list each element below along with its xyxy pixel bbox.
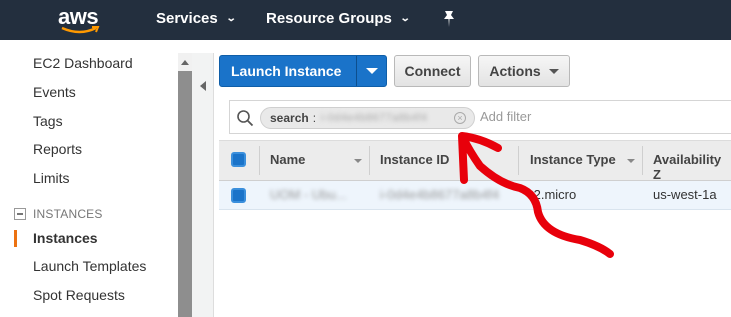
- sidebar-item-reports[interactable]: Reports: [33, 141, 82, 157]
- sidebar-item-instances[interactable]: Instances: [33, 230, 98, 246]
- filter-chip-separator: :: [312, 111, 317, 125]
- column-header-instance-id[interactable]: Instance ID: [380, 152, 449, 167]
- pin-icon[interactable]: [442, 10, 456, 28]
- launch-instance-label: Launch Instance: [231, 63, 342, 79]
- sidebar-scrollbar[interactable]: [178, 53, 192, 317]
- select-all-checkbox[interactable]: [231, 152, 246, 167]
- scroll-up-button[interactable]: [178, 53, 192, 71]
- connect-label: Connect: [404, 63, 461, 79]
- column-header-availability-zone[interactable]: Availability Z: [653, 152, 731, 182]
- services-menu[interactable]: Services ⌄: [156, 10, 237, 27]
- connect-button[interactable]: Connect: [394, 55, 471, 87]
- cell-name: UOM - Ubu...: [270, 187, 347, 202]
- actions-label: Actions: [489, 63, 541, 79]
- services-label: Services: [156, 10, 218, 27]
- row-checkbox[interactable]: [231, 188, 246, 203]
- aws-logo[interactable]: aws: [58, 4, 102, 36]
- filter-chip-value: i-0d4e4b8677a8b4f4: [321, 112, 428, 124]
- resource-groups-menu[interactable]: Resource Groups ⌄: [266, 10, 411, 27]
- column-divider: [369, 146, 370, 175]
- active-indicator: [14, 230, 17, 247]
- resource-groups-label: Resource Groups: [266, 10, 392, 27]
- collapse-icon: [14, 208, 26, 220]
- collapse-left-icon: [200, 81, 206, 91]
- sidebar-item-events[interactable]: Events: [33, 84, 76, 100]
- sort-icon[interactable]: [627, 159, 635, 163]
- launch-dropdown-toggle[interactable]: [357, 68, 386, 74]
- annotation-arrow: [458, 132, 614, 258]
- caret-down-icon: [548, 68, 559, 74]
- cell-availability-zone: us-west-1a: [653, 187, 717, 202]
- sidebar: EC2 Dashboard Events Tags Reports Limits…: [0, 40, 178, 317]
- arrow-up-icon: [181, 59, 189, 65]
- sidebar-collapse-toggle[interactable]: [192, 53, 214, 317]
- top-nav: aws Services ⌄ Resource Groups ⌄: [0, 0, 731, 40]
- chevron-down-icon: ⌄: [225, 13, 237, 24]
- caret-down-icon: [365, 68, 378, 74]
- filter-chip-key: search: [270, 111, 309, 125]
- sidebar-section-instances[interactable]: INSTANCES: [14, 207, 103, 221]
- sidebar-item-ec2-dashboard[interactable]: EC2 Dashboard: [33, 55, 133, 71]
- sidebar-item-launch-templates[interactable]: Launch Templates: [33, 258, 146, 274]
- launch-instance-button[interactable]: Launch Instance: [219, 55, 387, 87]
- actions-button[interactable]: Actions: [478, 55, 570, 87]
- column-divider: [259, 146, 260, 175]
- sidebar-item-tags[interactable]: Tags: [33, 113, 63, 129]
- chevron-down-icon: ⌄: [399, 13, 411, 24]
- column-divider: [642, 146, 643, 175]
- sidebar-item-spot-requests[interactable]: Spot Requests: [33, 287, 125, 303]
- search-icon: [237, 110, 254, 127]
- sort-icon[interactable]: [354, 159, 362, 163]
- aws-smile-icon: [61, 26, 100, 34]
- sidebar-item-limits[interactable]: Limits: [33, 170, 70, 186]
- section-title: INSTANCES: [33, 207, 103, 221]
- column-header-name[interactable]: Name: [270, 152, 305, 167]
